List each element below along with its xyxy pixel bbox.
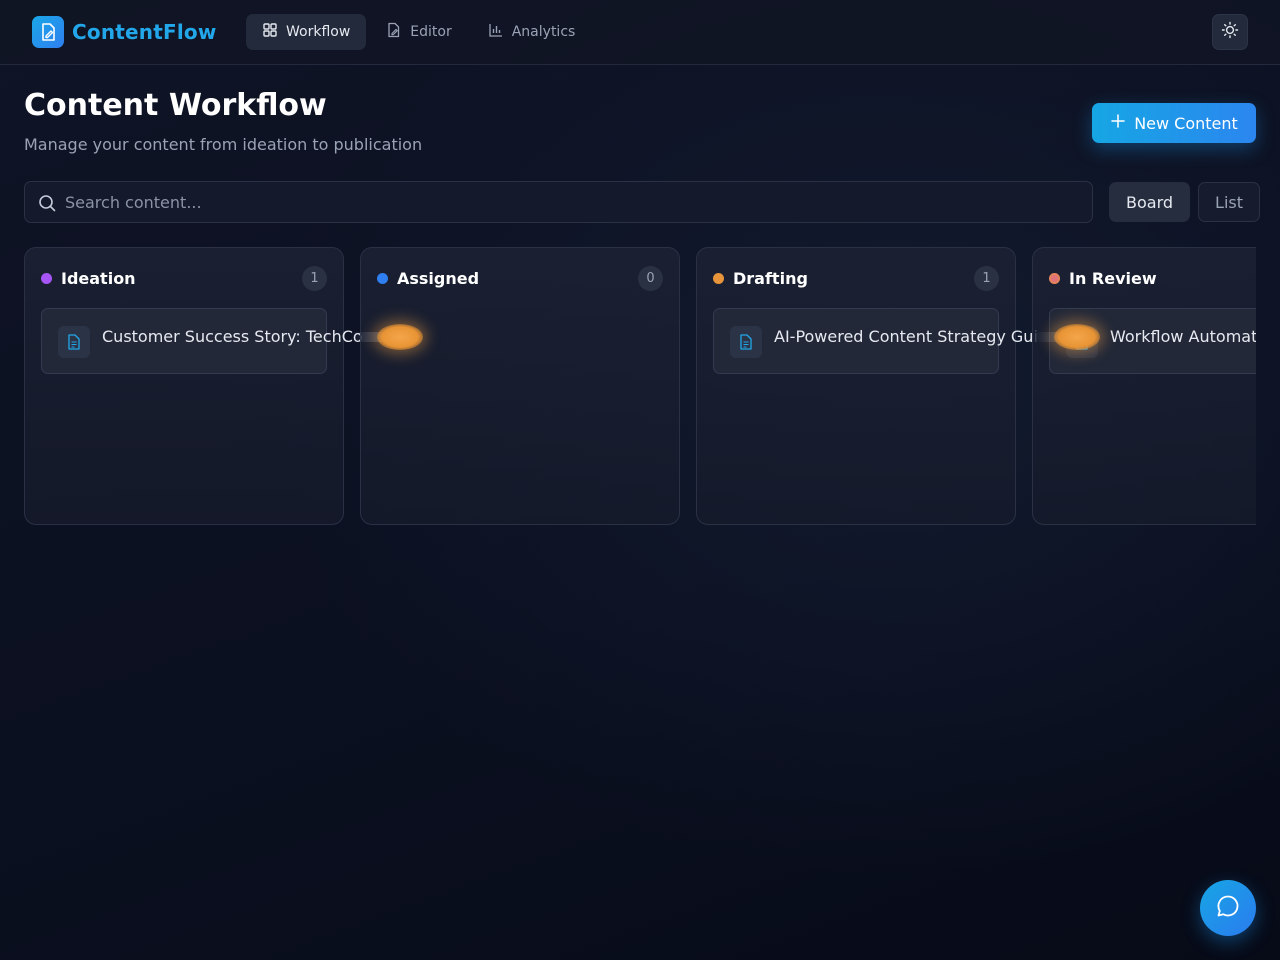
column-title: In Review bbox=[1069, 268, 1157, 288]
card-title: Workflow Automat bbox=[1110, 327, 1256, 346]
main-nav: Workflow Editor Analytics bbox=[246, 14, 591, 50]
document-icon bbox=[730, 326, 762, 358]
nav-item-label: Editor bbox=[410, 24, 452, 40]
search-icon bbox=[37, 193, 57, 217]
drag-handle[interactable] bbox=[377, 324, 423, 350]
content-card[interactable]: Customer Success Story: TechCo bbox=[41, 308, 363, 374]
column-title: Drafting bbox=[733, 268, 808, 288]
top-navigation-bar: ContentFlow Workflow Editor Analytics bbox=[0, 0, 1280, 65]
new-content-button[interactable]: New Content bbox=[1092, 103, 1256, 143]
card-title: Customer Success Story: TechCo bbox=[102, 327, 363, 346]
bar-chart-icon bbox=[488, 22, 504, 42]
edit-document-icon bbox=[386, 22, 402, 42]
search-bar bbox=[24, 181, 1093, 223]
theme-toggle-button[interactable] bbox=[1212, 14, 1248, 50]
column-assigned: Assigned 0 bbox=[360, 247, 680, 525]
column-header: In Review bbox=[1049, 264, 1256, 292]
nav-item-label: Workflow bbox=[286, 24, 351, 40]
chat-fab-button[interactable] bbox=[1200, 880, 1256, 936]
status-dot bbox=[713, 272, 724, 284]
brand-name: ContentFlow bbox=[72, 20, 217, 44]
column-header: Assigned 0 bbox=[377, 264, 663, 292]
nav-item-analytics[interactable]: Analytics bbox=[472, 14, 592, 50]
view-toggle: Board List bbox=[1109, 182, 1260, 222]
new-content-label: New Content bbox=[1134, 113, 1238, 133]
grid-icon bbox=[262, 22, 278, 42]
list-view-button[interactable]: List bbox=[1198, 182, 1260, 222]
column-in-review: In Review Workflow Automat bbox=[1032, 247, 1256, 525]
content-card[interactable]: AI-Powered Content Strategy Gui bbox=[713, 308, 1038, 374]
card-title: AI-Powered Content Strategy Gui bbox=[774, 327, 1038, 346]
brand-logo-icon bbox=[32, 16, 64, 48]
plus-icon bbox=[1110, 113, 1126, 133]
column-count-badge: 1 bbox=[302, 266, 327, 291]
column-drafting: Drafting 1 AI-Powered Content Strategy G… bbox=[696, 247, 1038, 525]
document-icon bbox=[58, 326, 90, 358]
column-title: Assigned bbox=[397, 268, 480, 288]
page-title: Content Workflow bbox=[24, 88, 327, 123]
nav-item-label: Analytics bbox=[511, 24, 576, 40]
column-header: Ideation 1 bbox=[41, 264, 327, 292]
nav-item-workflow[interactable]: Workflow bbox=[246, 14, 367, 50]
status-dot bbox=[41, 272, 52, 284]
status-dot bbox=[377, 272, 388, 284]
drag-handle[interactable] bbox=[1054, 324, 1100, 350]
column-ideation: Ideation 1 Customer Success Story: TechC… bbox=[24, 247, 363, 525]
chat-bubble-icon bbox=[1215, 893, 1241, 923]
nav-item-editor[interactable]: Editor bbox=[370, 14, 467, 50]
page-subtitle: Manage your content from ideation to pub… bbox=[24, 135, 423, 154]
column-count-badge: 1 bbox=[974, 266, 999, 291]
kanban-board: Ideation 1 Customer Success Story: TechC… bbox=[24, 247, 1256, 527]
column-header: Drafting 1 bbox=[713, 264, 999, 292]
brand[interactable]: ContentFlow bbox=[32, 16, 217, 48]
search-input[interactable] bbox=[65, 182, 1085, 222]
column-title: Ideation bbox=[61, 268, 136, 288]
column-count-badge: 0 bbox=[638, 266, 663, 291]
sun-icon bbox=[1221, 21, 1239, 43]
board-view-button[interactable]: Board bbox=[1109, 182, 1191, 222]
status-dot bbox=[1049, 272, 1060, 284]
